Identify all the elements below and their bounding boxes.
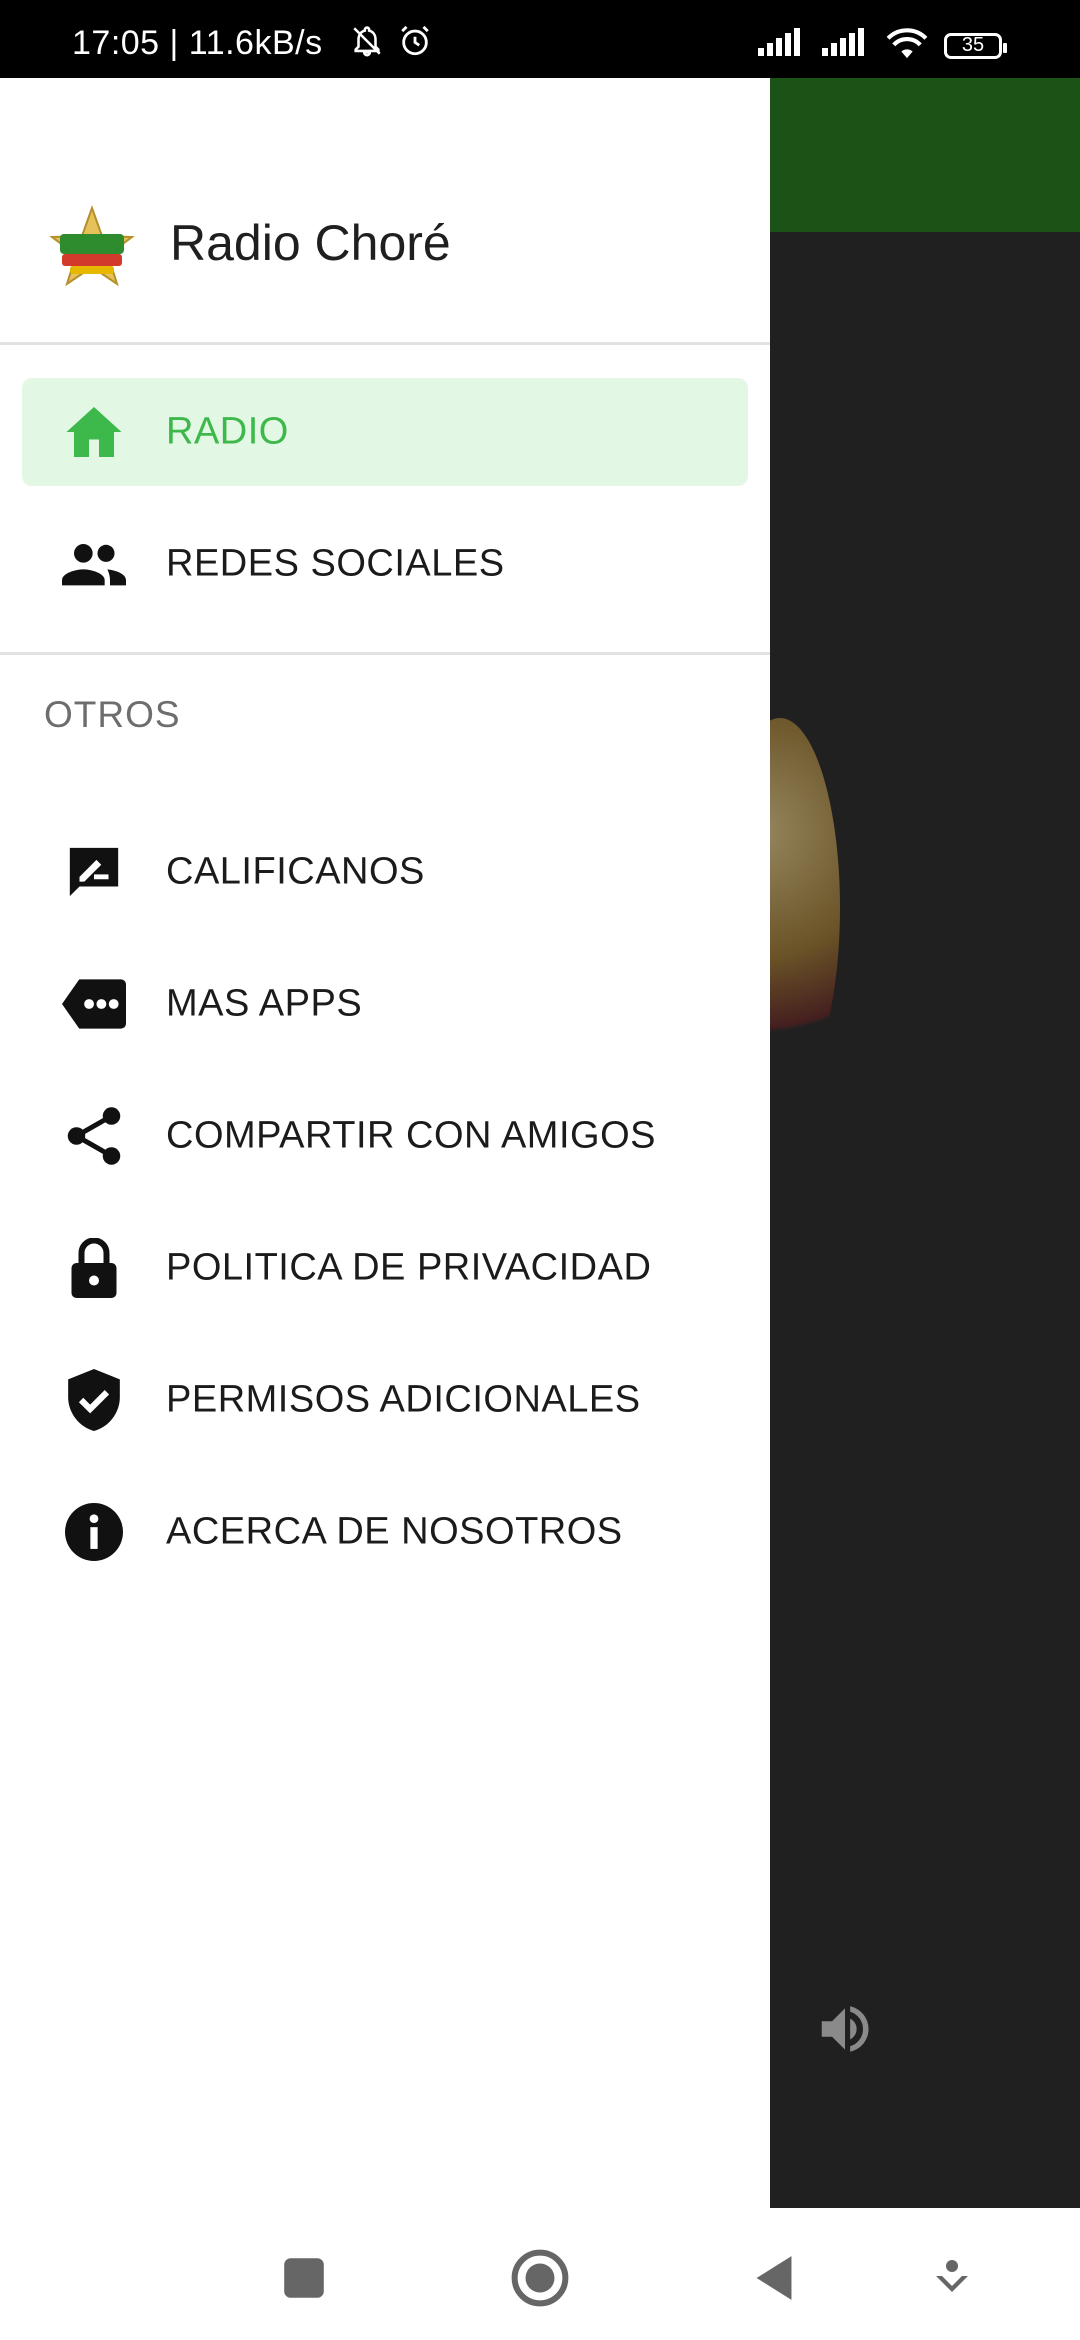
bell-off-icon: [350, 24, 384, 63]
drawer-item-label: CALIFICANOS: [166, 850, 425, 893]
alarm-icon: [398, 24, 432, 63]
drawer-item-permisos-adicionales[interactable]: PERMISOS ADICIONALES: [22, 1346, 748, 1454]
status-time: 17:05 | 11.6kB/s: [72, 24, 323, 62]
assist-icon[interactable]: [922, 2248, 982, 2308]
drawer-item-label: MAS APPS: [166, 982, 363, 1025]
drawer-header: Radio Choré: [0, 78, 770, 342]
section-title-otros: OTROS: [44, 694, 181, 735]
system-nav-bar: [0, 2208, 1080, 2340]
recents-icon[interactable]: [274, 2248, 334, 2308]
share-icon: [62, 1104, 126, 1168]
more-apps-icon: [62, 972, 126, 1036]
signal-icon: [756, 28, 806, 63]
navigation-drawer: Radio Choré RADIO REDES SOCIALES OTROS C…: [0, 78, 770, 2208]
rate-review-icon: [62, 840, 126, 904]
lock-icon: [62, 1236, 126, 1300]
drawer-title: Radio Choré: [170, 215, 451, 271]
home-icon: [62, 400, 126, 464]
drawer-item-compartir[interactable]: COMPARTIR CON AMIGOS: [22, 1082, 748, 1190]
people-icon: [62, 532, 126, 596]
drawer-item-label: ACERCA DE NOSOTROS: [166, 1510, 623, 1553]
status-bar: 17:05 | 11.6kB/s 35: [0, 0, 1080, 78]
volume-icon[interactable]: [814, 1998, 876, 2065]
wifi-icon: [884, 26, 930, 65]
home-circle-icon[interactable]: [510, 2248, 570, 2308]
back-icon[interactable]: [744, 2248, 804, 2308]
shield-check-icon: [62, 1368, 126, 1432]
info-icon: [62, 1500, 126, 1564]
drawer-item-politica-privacidad[interactable]: POLITICA DE PRIVACIDAD: [22, 1214, 748, 1322]
drawer-item-redes-sociales[interactable]: REDES SOCIALES: [22, 510, 748, 618]
drawer-item-label: PERMISOS ADICIONALES: [166, 1378, 641, 1421]
radio-logo-icon: [48, 204, 136, 292]
drawer-item-label: POLITICA DE PRIVACIDAD: [166, 1246, 652, 1289]
drawer-item-mas-apps[interactable]: MAS APPS: [22, 950, 748, 1058]
divider: [0, 342, 770, 345]
battery-icon: 35: [944, 32, 1007, 59]
signal-icon: [820, 28, 870, 63]
drawer-item-label: COMPARTIR CON AMIGOS: [166, 1114, 656, 1157]
drawer-item-label: RADIO: [166, 410, 289, 453]
drawer-item-acerca-de-nosotros[interactable]: ACERCA DE NOSOTROS: [22, 1478, 748, 1586]
drawer-item-calificanos[interactable]: CALIFICANOS: [22, 818, 748, 926]
drawer-item-radio[interactable]: RADIO: [22, 378, 748, 486]
drawer-item-label: REDES SOCIALES: [166, 542, 505, 585]
divider: [0, 652, 770, 655]
